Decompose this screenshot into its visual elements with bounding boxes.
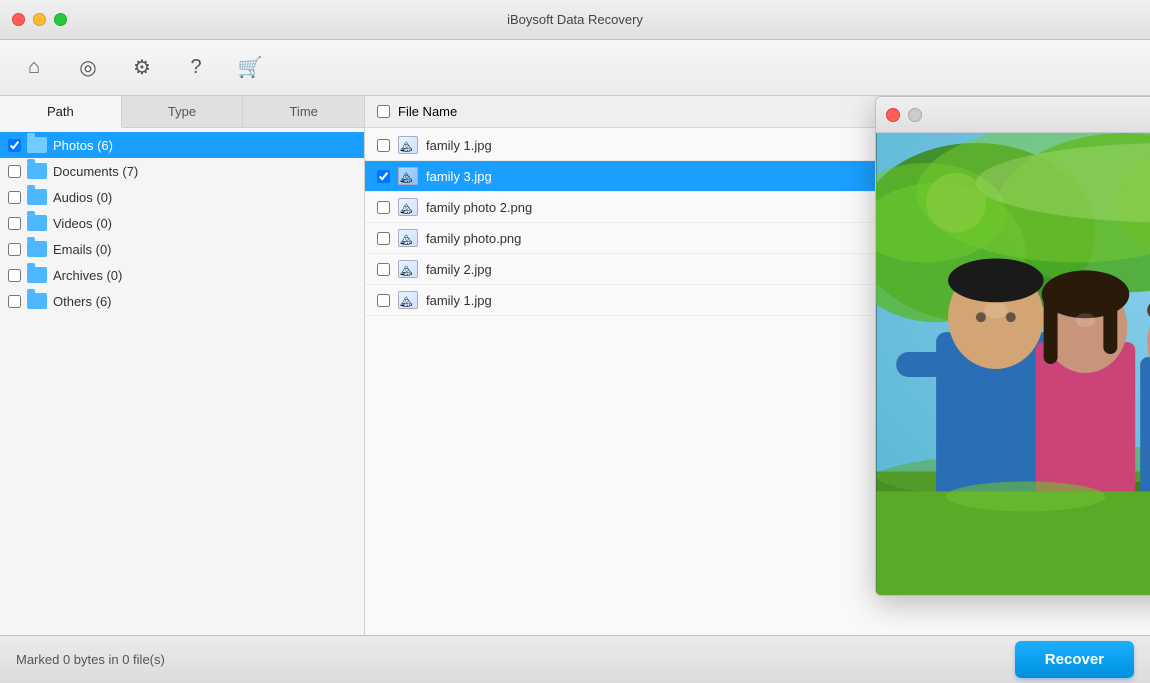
tab-path[interactable]: Path: [0, 96, 122, 128]
image-icon: [398, 167, 418, 185]
tree-item-videos[interactable]: Videos (0): [0, 210, 364, 236]
image-icon: [398, 198, 418, 216]
photos-checkbox[interactable]: [8, 139, 21, 152]
status-bar: Marked 0 bytes in 0 file(s) Recover: [0, 635, 1150, 683]
folder-icon: [27, 215, 47, 231]
family-photo-svg: [876, 133, 1150, 595]
title-bar: iBoysoft Data Recovery: [0, 0, 1150, 40]
documents-checkbox[interactable]: [8, 165, 21, 178]
close-button[interactable]: [12, 13, 25, 26]
tree-item-archives[interactable]: Archives (0): [0, 262, 364, 288]
tree-item-others[interactable]: Others (6): [0, 288, 364, 314]
file-checkbox[interactable]: [377, 232, 390, 245]
emails-checkbox[interactable]: [8, 243, 21, 256]
tree-item-documents[interactable]: Documents (7): [0, 158, 364, 184]
audios-label: Audios (0): [53, 190, 112, 205]
tabs-bar: Path Type Time: [0, 96, 364, 128]
toolbar: ⌂ ◎ ⚙ ? 🛒: [0, 40, 1150, 96]
folder-icon: [27, 163, 47, 179]
tree-item-audios[interactable]: Audios (0): [0, 184, 364, 210]
videos-checkbox[interactable]: [8, 217, 21, 230]
image-icon: [398, 260, 418, 278]
file-name: family 2.jpg: [426, 262, 492, 277]
photos-label: Photos (6): [53, 138, 113, 153]
tab-time[interactable]: Time: [243, 96, 364, 127]
others-checkbox[interactable]: [8, 295, 21, 308]
right-panel: File Name family 1.jpg family 3.jpg fami…: [365, 96, 1150, 635]
folder-icon: [27, 241, 47, 257]
tree-item-emails[interactable]: Emails (0): [0, 236, 364, 262]
file-checkbox[interactable]: [377, 201, 390, 214]
tab-type[interactable]: Type: [122, 96, 244, 127]
audios-checkbox[interactable]: [8, 191, 21, 204]
documents-label: Documents (7): [53, 164, 138, 179]
archives-label: Archives (0): [53, 268, 122, 283]
select-all-checkbox[interactable]: [377, 105, 390, 118]
left-panel: Path Type Time Photos (6) Documents (7) …: [0, 96, 365, 635]
file-name: family 1.jpg: [426, 293, 492, 308]
window-controls: [12, 13, 67, 26]
status-text: Marked 0 bytes in 0 file(s): [16, 652, 165, 667]
home-icon[interactable]: ⌂: [16, 50, 52, 86]
preview-title: family 3.jpg: [930, 108, 1150, 122]
help-icon[interactable]: ?: [178, 50, 214, 86]
main-area: Path Type Time Photos (6) Documents (7) …: [0, 96, 1150, 635]
preview-image-area: [876, 133, 1150, 595]
file-name: family 3.jpg: [426, 169, 492, 184]
folder-icon: [27, 267, 47, 283]
others-label: Others (6): [53, 294, 112, 309]
folder-icon: [27, 293, 47, 309]
image-icon: [398, 229, 418, 247]
file-checkbox[interactable]: [377, 263, 390, 276]
videos-label: Videos (0): [53, 216, 112, 231]
maximize-button[interactable]: [54, 13, 67, 26]
file-checkbox[interactable]: [377, 170, 390, 183]
file-checkbox[interactable]: [377, 294, 390, 307]
preview-close-button[interactable]: ✕: [886, 108, 900, 122]
file-name-column-header: File Name: [398, 104, 457, 119]
scan-icon[interactable]: ◎: [70, 50, 106, 86]
preview-title-bar: ✕ family 3.jpg: [876, 97, 1150, 133]
minimize-button[interactable]: [33, 13, 46, 26]
cart-icon[interactable]: 🛒: [232, 50, 268, 86]
emails-label: Emails (0): [53, 242, 112, 257]
recover-button[interactable]: Recover: [1015, 641, 1134, 678]
preview-back-button[interactable]: [908, 108, 922, 122]
preview-window: ✕ family 3.jpg: [875, 96, 1150, 596]
folder-icon: [27, 137, 47, 153]
file-name: family photo 2.png: [426, 200, 532, 215]
image-icon: [398, 291, 418, 309]
file-name: family 1.jpg: [426, 138, 492, 153]
file-checkbox[interactable]: [377, 139, 390, 152]
tree-item-photos[interactable]: Photos (6): [0, 132, 364, 158]
app-title: iBoysoft Data Recovery: [507, 12, 643, 27]
tree-container: Photos (6) Documents (7) Audios (0) Vide…: [0, 128, 364, 635]
settings-icon[interactable]: ⚙: [124, 50, 160, 86]
file-name: family photo.png: [426, 231, 521, 246]
archives-checkbox[interactable]: [8, 269, 21, 282]
folder-icon: [27, 189, 47, 205]
image-icon: [398, 136, 418, 154]
